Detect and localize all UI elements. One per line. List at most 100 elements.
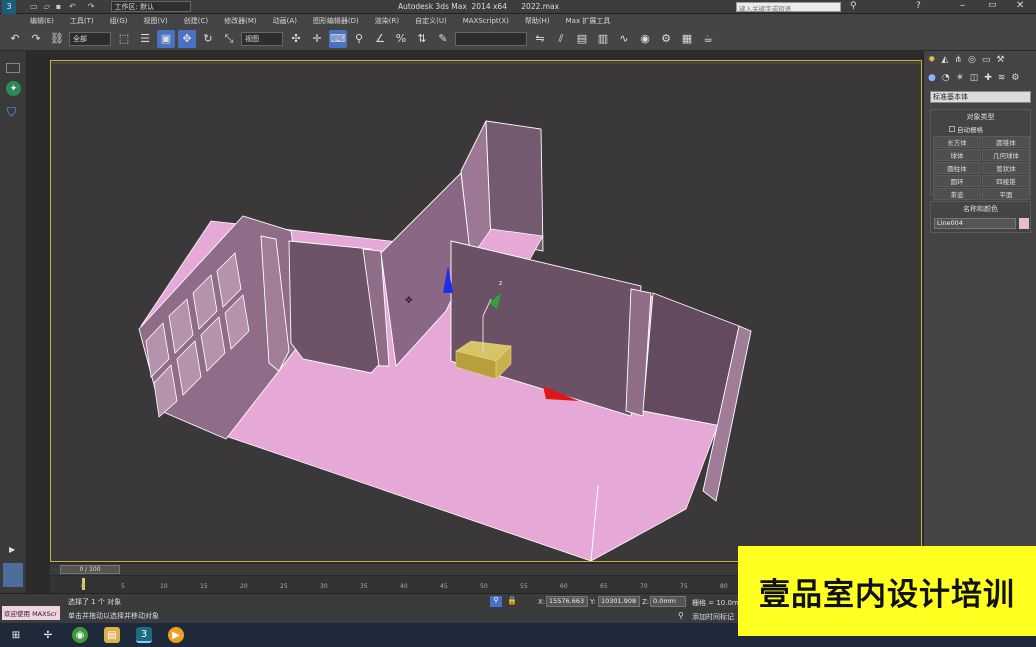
keyboard-shortcut-icon[interactable]: ⌨ bbox=[329, 29, 347, 48]
3dsmax-taskbar-icon[interactable]: 3 bbox=[136, 627, 152, 643]
link-icon[interactable]: ⛓ bbox=[48, 30, 66, 48]
cameras-icon[interactable]: ◫ bbox=[970, 73, 979, 83]
render-production-icon[interactable]: ☕ bbox=[699, 30, 717, 48]
menu-animation[interactable]: 动画(A) bbox=[273, 16, 297, 26]
cone-button[interactable]: 圆锥体 bbox=[982, 136, 1030, 148]
menu-help[interactable]: 帮助(H) bbox=[525, 16, 550, 26]
rendered-frame-window-icon[interactable]: ▦ bbox=[678, 30, 696, 48]
teapot-button[interactable]: 茶壶 bbox=[933, 188, 981, 200]
mini-listener-icon[interactable] bbox=[3, 563, 23, 587]
curve-editor-icon[interactable]: ∿ bbox=[615, 30, 633, 48]
autogrid-checkbox[interactable]: 自动栅格 bbox=[949, 124, 1030, 134]
pivot-center-icon[interactable]: ✣ bbox=[287, 30, 305, 48]
maximize-button[interactable]: ▭ bbox=[988, 0, 997, 10]
redo-icon[interactable]: ↷ bbox=[27, 30, 45, 48]
selection-filter-dropdown[interactable]: 全部 bbox=[69, 31, 111, 46]
cylinder-button[interactable]: 圆柱体 bbox=[933, 162, 981, 174]
menu-tools[interactable]: 工具(T) bbox=[70, 16, 94, 26]
lock-selection-icon[interactable]: ⚲ bbox=[490, 596, 502, 607]
spinner-snap-icon[interactable]: ⇅ bbox=[413, 30, 431, 48]
windows-start-icon[interactable]: ⊞ bbox=[8, 627, 24, 643]
help-icon[interactable]: ? bbox=[916, 1, 921, 11]
select-object-icon[interactable]: ⬚ bbox=[115, 30, 133, 48]
menu-edit[interactable]: 编辑(E) bbox=[30, 16, 54, 26]
maxscript-listener[interactable]: 欢迎使用 MAXScr bbox=[2, 606, 60, 620]
search-icon[interactable]: ⚲ bbox=[850, 1, 857, 11]
geometry-icon[interactable]: ● bbox=[928, 73, 936, 83]
time-tag-icon[interactable]: ⚲ bbox=[678, 611, 684, 620]
perspective-viewport[interactable]: z ✥ bbox=[50, 60, 922, 562]
x-coord-field[interactable]: 15576.663 bbox=[546, 596, 588, 607]
pyramid-button[interactable]: 四棱锥 bbox=[982, 175, 1030, 187]
category-dropdown[interactable]: 标准基本体 bbox=[930, 91, 1031, 103]
box-button[interactable]: 长方体 bbox=[933, 136, 981, 148]
absolute-mode-icon[interactable]: 🔒 bbox=[507, 596, 517, 605]
hierarchy-tab-icon[interactable]: ⋔ bbox=[954, 55, 962, 65]
quick-access-open-icon[interactable]: ▱ bbox=[44, 2, 50, 11]
rectangular-selection-icon[interactable]: ▣ bbox=[157, 29, 175, 48]
plane-button[interactable]: 平面 bbox=[982, 188, 1030, 200]
menu-customize[interactable]: 自定义(U) bbox=[415, 16, 447, 26]
tube-button[interactable]: 管状体 bbox=[982, 162, 1030, 174]
mirror-icon[interactable]: ⇋ bbox=[531, 30, 549, 48]
search-input[interactable]: 键入关键字或短语 bbox=[736, 2, 841, 13]
angle-snap-icon[interactable]: ∠ bbox=[371, 30, 389, 48]
file-explorer-icon[interactable]: ▤ bbox=[104, 627, 120, 643]
create-tab-icon[interactable]: ✸ bbox=[928, 55, 936, 65]
utilities-tab-icon[interactable]: ⚒ bbox=[996, 55, 1004, 65]
align-icon[interactable]: ⫽ bbox=[552, 30, 570, 48]
menu-max-extensions[interactable]: Max 扩展工具 bbox=[566, 16, 611, 26]
name-color-title[interactable]: 名称和颜色 bbox=[931, 204, 1030, 214]
space-warps-icon[interactable]: ≋ bbox=[998, 73, 1006, 83]
helpers-icon[interactable]: ✚ bbox=[984, 73, 992, 83]
material-editor-icon[interactable]: ◉ bbox=[636, 30, 654, 48]
display-tab-icon[interactable]: ▭ bbox=[982, 55, 991, 65]
named-selection-set-dropdown[interactable] bbox=[455, 31, 527, 46]
quick-access-redo-icon[interactable]: ↷ bbox=[88, 2, 95, 11]
menu-rendering[interactable]: 渲染(R) bbox=[375, 16, 399, 26]
workspace-dropdown[interactable]: 工作区: 默认 bbox=[110, 1, 191, 12]
select-and-scale-icon[interactable]: ⤡ bbox=[220, 30, 238, 48]
motion-tab-icon[interactable]: ◎ bbox=[968, 55, 976, 65]
render-setup-icon[interactable]: ⚙ bbox=[657, 30, 675, 48]
menu-maxscript[interactable]: MAXScript(X) bbox=[463, 17, 509, 25]
shapes-icon[interactable]: ◔ bbox=[942, 73, 950, 83]
media-player-icon[interactable]: ▶ bbox=[168, 627, 184, 643]
geosphere-button[interactable]: 几何球体 bbox=[982, 149, 1030, 161]
systems-icon[interactable]: ⚙ bbox=[1011, 73, 1019, 83]
menu-create[interactable]: 创建(C) bbox=[184, 16, 208, 26]
manipulate-icon[interactable]: ✛ bbox=[308, 30, 326, 48]
edit-named-selection-icon[interactable]: ✎ bbox=[434, 30, 452, 48]
quick-access-save-icon[interactable]: ▪ bbox=[56, 2, 61, 11]
steering-wheel-icon[interactable]: ✦ bbox=[6, 81, 21, 96]
snap-3d-icon[interactable]: ⚲ bbox=[350, 30, 368, 48]
torus-button[interactable]: 圆环 bbox=[933, 175, 981, 187]
z-coord-field[interactable]: 0.0mm bbox=[650, 596, 686, 607]
close-button[interactable]: ✕ bbox=[1016, 0, 1024, 11]
shield-icon[interactable]: ⛉ bbox=[7, 105, 20, 119]
minimize-button[interactable]: – bbox=[960, 0, 965, 11]
task-view-icon[interactable]: ✢ bbox=[40, 627, 56, 643]
sphere-button[interactable]: 球体 bbox=[933, 149, 981, 161]
percent-snap-icon[interactable]: % bbox=[392, 30, 410, 48]
viewport-layout-icon[interactable] bbox=[6, 63, 20, 73]
add-time-tag-button[interactable]: 添加时间标记 bbox=[692, 612, 734, 622]
undo-icon[interactable]: ↶ bbox=[6, 30, 24, 48]
browser-icon[interactable]: ◉ bbox=[72, 627, 88, 643]
y-coord-field[interactable]: 10301.908 bbox=[598, 596, 640, 607]
quick-access-new-icon[interactable]: ▭ bbox=[30, 2, 38, 11]
menu-views[interactable]: 视图(V) bbox=[144, 16, 168, 26]
ribbon-icon[interactable]: ▥ bbox=[594, 30, 612, 48]
menu-modifiers[interactable]: 修改器(M) bbox=[224, 16, 257, 26]
object-color-swatch[interactable] bbox=[1019, 218, 1029, 229]
object-type-title[interactable]: 对象类型 bbox=[931, 112, 1030, 122]
time-slider-thumb[interactable]: 0 / 100 bbox=[60, 565, 120, 574]
select-and-rotate-icon[interactable]: ↻ bbox=[199, 30, 217, 48]
modify-tab-icon[interactable]: ◭ bbox=[942, 55, 949, 65]
object-name-input[interactable]: Line004 bbox=[934, 218, 1016, 229]
quick-access-undo-icon[interactable]: ↶ bbox=[69, 2, 76, 11]
lights-icon[interactable]: ☀ bbox=[956, 73, 964, 83]
select-and-move-icon[interactable]: ✥ bbox=[178, 29, 196, 48]
select-by-name-icon[interactable]: ☰ bbox=[136, 30, 154, 48]
app-logo-icon[interactable]: 3 bbox=[2, 0, 16, 14]
